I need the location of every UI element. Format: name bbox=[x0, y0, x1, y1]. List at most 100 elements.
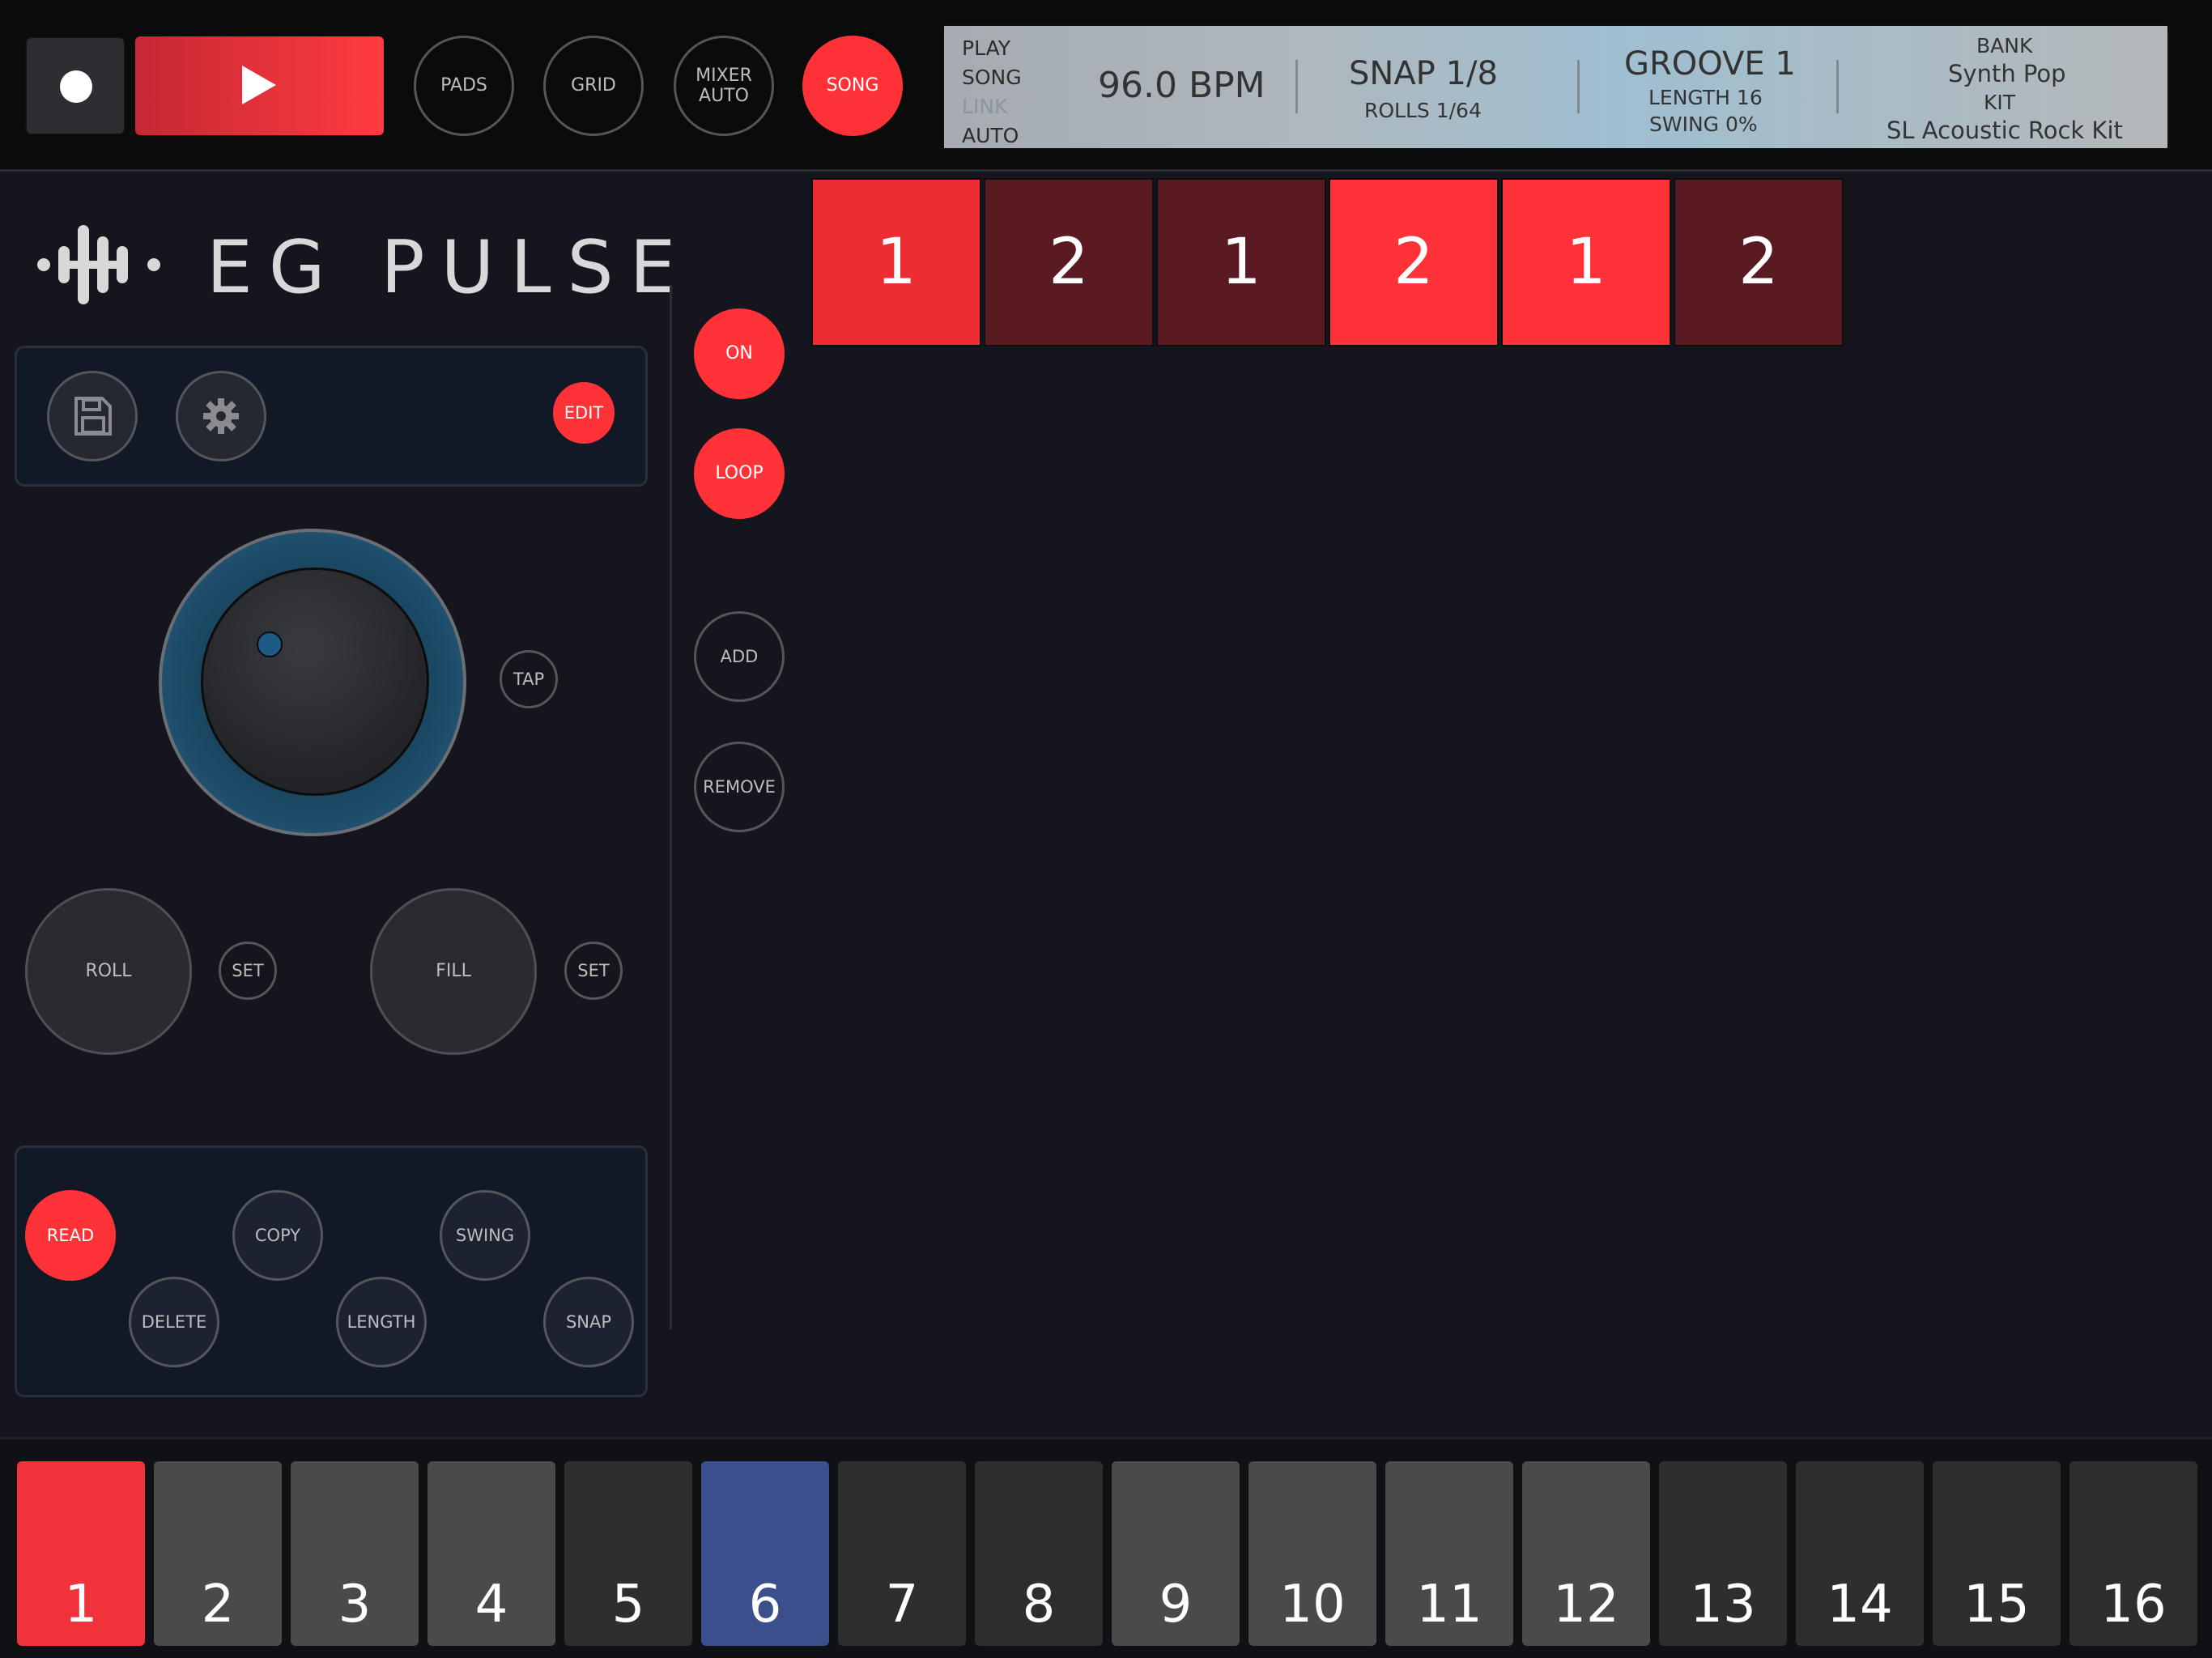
bank-label: BANK bbox=[1976, 34, 2033, 57]
pads-button-label: PADS bbox=[440, 75, 487, 96]
play-icon bbox=[242, 66, 276, 104]
fill-set-button[interactable]: SET bbox=[564, 942, 623, 1000]
settings-button[interactable] bbox=[176, 371, 266, 461]
add-block-button[interactable]: ADD bbox=[694, 611, 785, 702]
record-button[interactable] bbox=[25, 36, 125, 135]
lcd-divider bbox=[1836, 60, 1839, 113]
snap-readout[interactable]: SNAP 1/8 bbox=[1349, 55, 1498, 92]
tap-tempo-button[interactable]: TAP bbox=[500, 650, 558, 708]
song-block-label: 1 bbox=[876, 226, 917, 299]
mode-auto[interactable]: AUTO bbox=[962, 121, 1022, 151]
read-button[interactable]: READ bbox=[25, 1190, 116, 1281]
song-button-label: SONG bbox=[826, 75, 879, 96]
swing-readout[interactable]: SWING 0% bbox=[1649, 113, 1758, 136]
pattern-pad[interactable]: 3 bbox=[291, 1461, 419, 1646]
pattern-pad[interactable]: 9 bbox=[1112, 1461, 1240, 1646]
mixer-auto-button[interactable]: MIXER AUTO bbox=[674, 36, 774, 136]
length-readout[interactable]: LENGTH 16 bbox=[1648, 86, 1763, 109]
song-block[interactable]: 1 bbox=[1501, 178, 1671, 346]
pattern-pad[interactable]: 14 bbox=[1796, 1461, 1924, 1646]
song-block[interactable]: 2 bbox=[1674, 178, 1844, 346]
pattern-pad[interactable]: 1 bbox=[17, 1461, 145, 1646]
pads-button[interactable]: PADS bbox=[414, 36, 514, 136]
song-block-label: 2 bbox=[1393, 226, 1434, 299]
song-block[interactable]: 1 bbox=[811, 178, 981, 346]
pad-label: 14 bbox=[1827, 1575, 1893, 1635]
pattern-pad[interactable]: 16 bbox=[2069, 1461, 2197, 1646]
save-button[interactable] bbox=[47, 371, 138, 461]
tempo-knob-cap bbox=[201, 568, 429, 796]
pad-label: 6 bbox=[748, 1575, 782, 1635]
remove-block-button[interactable]: REMOVE bbox=[694, 742, 785, 832]
on-button-label: ON bbox=[725, 343, 753, 364]
pattern-pad[interactable]: 6 bbox=[701, 1461, 829, 1646]
roll-button[interactable]: ROLL bbox=[25, 888, 192, 1055]
pad-label: 5 bbox=[611, 1575, 645, 1635]
tempo-knob[interactable] bbox=[159, 529, 466, 836]
pad-label: 1 bbox=[64, 1575, 98, 1635]
pattern-pad[interactable]: 7 bbox=[838, 1461, 966, 1646]
song-loop-button[interactable]: LOOP bbox=[694, 428, 785, 519]
copy-button[interactable]: COPY bbox=[232, 1190, 323, 1281]
grid-button[interactable]: GRID bbox=[543, 36, 644, 136]
fill-set-label: SET bbox=[577, 960, 610, 980]
pattern-pad[interactable]: 12 bbox=[1522, 1461, 1650, 1646]
pad-label: 8 bbox=[1022, 1575, 1056, 1635]
mode-play[interactable]: PLAY bbox=[962, 34, 1022, 63]
song-block[interactable]: 1 bbox=[1156, 178, 1326, 346]
lcd-divider bbox=[1295, 60, 1298, 113]
gear-icon bbox=[203, 398, 239, 434]
play-button[interactable] bbox=[135, 36, 384, 135]
snap-button-label: SNAP bbox=[565, 1312, 612, 1332]
fill-button-label: FILL bbox=[436, 961, 471, 982]
bank-value[interactable]: Synth Pop bbox=[1948, 60, 2066, 87]
groove-readout[interactable]: GROOVE 1 bbox=[1624, 45, 1796, 83]
song-block[interactable]: 2 bbox=[984, 178, 1154, 346]
pad-label: 7 bbox=[885, 1575, 919, 1635]
roll-set-label: SET bbox=[232, 960, 264, 980]
pattern-pad[interactable]: 2 bbox=[154, 1461, 282, 1646]
fill-button[interactable]: FILL bbox=[370, 888, 537, 1055]
bpm-readout[interactable]: 96.0 BPM bbox=[1098, 65, 1266, 106]
rolls-readout[interactable]: ROLLS 1/64 bbox=[1364, 99, 1482, 122]
pattern-pad[interactable]: 11 bbox=[1385, 1461, 1513, 1646]
tap-button-label: TAP bbox=[513, 669, 545, 689]
pad-label: 4 bbox=[474, 1575, 508, 1635]
song-block[interactable]: 2 bbox=[1329, 178, 1499, 346]
pattern-pad[interactable]: 10 bbox=[1249, 1461, 1376, 1646]
song-button[interactable]: SONG bbox=[802, 36, 903, 136]
pattern-pad[interactable]: 15 bbox=[1933, 1461, 2061, 1646]
save-icon bbox=[74, 397, 112, 436]
remove-button-label: REMOVE bbox=[703, 776, 776, 797]
pad-label: 10 bbox=[1279, 1575, 1346, 1635]
roll-set-button[interactable]: SET bbox=[219, 942, 277, 1000]
app-logo-text: EG PULSE bbox=[206, 225, 692, 310]
mode-song[interactable]: SONG bbox=[962, 63, 1022, 92]
pattern-pad[interactable]: 4 bbox=[428, 1461, 555, 1646]
song-on-button[interactable]: ON bbox=[694, 308, 785, 399]
knob-indicator bbox=[257, 631, 283, 657]
song-block-label: 1 bbox=[1566, 226, 1606, 299]
delete-button-label: DELETE bbox=[141, 1312, 207, 1332]
pad-label: 9 bbox=[1159, 1575, 1193, 1635]
kit-value[interactable]: SL Acoustic Rock Kit bbox=[1887, 117, 2123, 144]
delete-button[interactable]: DELETE bbox=[129, 1277, 219, 1367]
pattern-pad[interactable]: 5 bbox=[564, 1461, 692, 1646]
mode-link[interactable]: LINK bbox=[962, 92, 1022, 121]
edit-button-label: EDIT bbox=[564, 402, 604, 423]
pattern-pad[interactable]: 8 bbox=[975, 1461, 1103, 1646]
add-button-label: ADD bbox=[720, 646, 759, 666]
song-block-label: 1 bbox=[1221, 226, 1261, 299]
section-divider bbox=[670, 285, 672, 1329]
mixer-label-line1: MIXER bbox=[696, 65, 752, 86]
length-button[interactable]: LENGTH bbox=[336, 1277, 427, 1367]
pad-label: 13 bbox=[1690, 1575, 1756, 1635]
snap-button[interactable]: SNAP bbox=[543, 1277, 634, 1367]
read-button-label: READ bbox=[46, 1225, 95, 1245]
pad-label: 2 bbox=[201, 1575, 235, 1635]
swing-button[interactable]: SWING bbox=[440, 1190, 530, 1281]
copy-button-label: COPY bbox=[254, 1225, 301, 1245]
edit-button[interactable]: EDIT bbox=[553, 382, 615, 444]
grid-button-label: GRID bbox=[571, 75, 616, 96]
pattern-pad[interactable]: 13 bbox=[1659, 1461, 1787, 1646]
